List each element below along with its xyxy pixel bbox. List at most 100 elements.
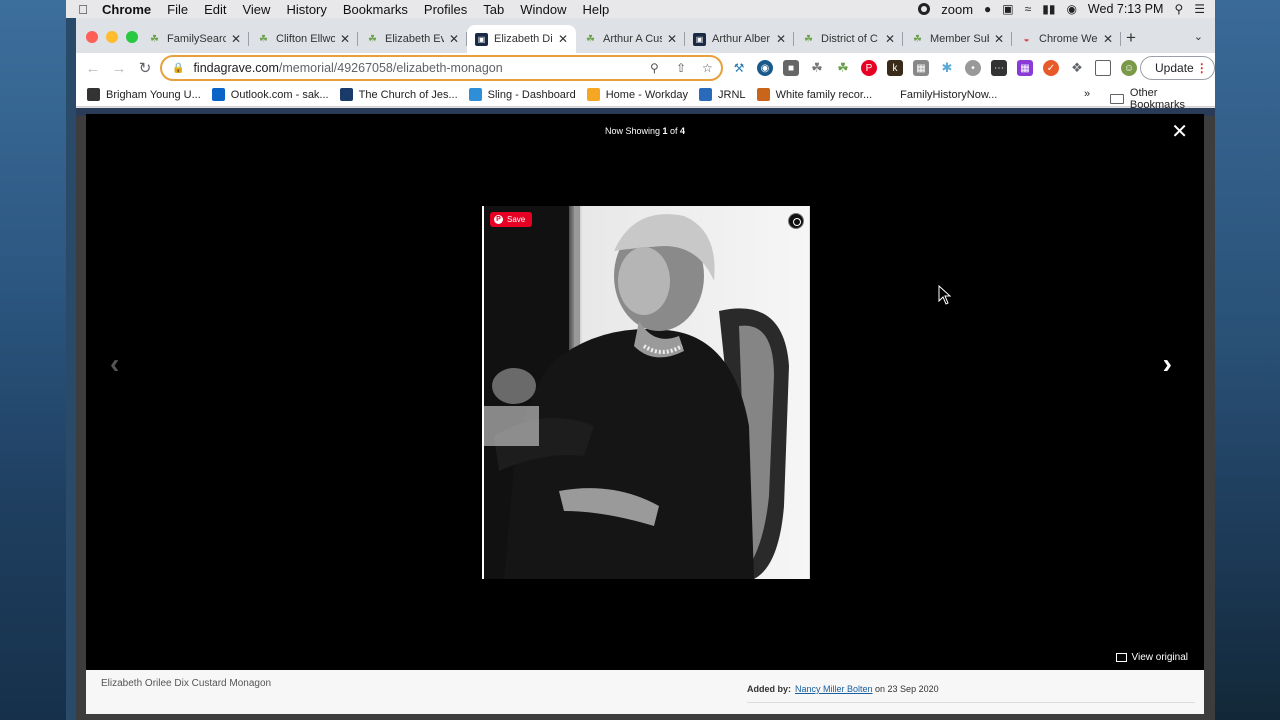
browser-tab[interactable]: ☘ Clifton Ellwo ✕ [249,25,358,53]
bookmark-item[interactable]: White family recor... [756,88,872,101]
pinterest-save-button[interactable]: P Save [490,212,533,227]
extensions-row: ⚒ ◉ ■ ☘ ☘ P k ▦ ✱ • ⋯ ▦ ✓ ❖ ☺ [731,60,1137,76]
bookmark-favicon-icon [756,88,770,101]
tab-search-chevron-icon[interactable]: ⌄ [1194,30,1203,43]
browser-tab[interactable]: ☘ District of C ✕ [794,25,903,53]
airplay-icon[interactable]: ▣ [1002,2,1013,16]
share-icon[interactable]: ⇧ [676,61,686,75]
apple-icon[interactable]:  [72,2,94,17]
bookmarks-overflow-chevron[interactable]: » [1084,88,1090,100]
browser-tab[interactable]: ▣ Elizabeth Di ✕ [467,25,576,53]
forward-arrow-icon[interactable]: → [106,60,132,77]
menu-edit[interactable]: Edit [196,2,234,17]
added-by-contributor-link[interactable]: Nancy Miller Bolten [795,684,873,694]
extensions-puzzle-icon[interactable]: ❖ [1069,60,1085,76]
photo-caption: Elizabeth Orilee Dix Custard Monagon [101,678,272,689]
pinterest-icon: P [494,215,503,224]
menubar-clock[interactable]: Wed 7:13 PM [1088,2,1164,16]
lock-icon[interactable]: 🔒 [172,63,184,74]
back-arrow-icon[interactable]: ← [80,60,106,77]
search-lens-icon[interactable]: ⚲ [650,61,659,75]
next-photo-chevron-icon[interactable]: › [1163,348,1172,380]
bookmark-item[interactable]: Outlook.com - sak... [211,88,329,101]
browser-tab[interactable]: ☘ FamilySearch ✕ [140,25,249,53]
menu-view[interactable]: View [234,2,278,17]
tab-close-icon[interactable]: ✕ [776,32,786,46]
view-original-link[interactable]: View original [1116,652,1188,663]
fullscreen-window-icon[interactable] [126,31,138,43]
extension-drops-icon[interactable]: ✱ [939,60,955,76]
zoom-label[interactable]: zoom [941,2,973,17]
chrome-menu-dots-icon[interactable]: ⋮ [1196,61,1208,75]
spotlight-search-icon[interactable]: ⚲ [1174,2,1183,16]
menu-history[interactable]: History [278,2,334,17]
menu-tab[interactable]: Tab [475,2,512,17]
tab-close-icon[interactable]: ✕ [1103,32,1113,46]
previous-photo-chevron-icon[interactable]: ‹ [110,348,119,380]
extension-color-grid-icon[interactable]: ▦ [1017,60,1033,76]
browser-tab[interactable]: ☘ Arthur A Cus ✕ [576,25,685,53]
browser-toolbar: ← → ↻ 🔒 findagrave.com/memorial/49267058… [76,53,1215,83]
mouse-pointer-icon [938,285,952,305]
extension-globe-icon[interactable]: ◉ [757,60,773,76]
photo-counter-total: 4 [680,126,686,136]
photo-counter-prefix: Now Showing [604,126,663,136]
bookmark-item[interactable]: Sling - Dashboard [468,88,576,101]
tab-close-icon[interactable]: ✕ [994,32,1004,46]
menu-help[interactable]: Help [575,2,618,17]
update-label: Update [1155,61,1194,75]
bookmark-star-icon[interactable]: ☆ [702,61,713,75]
address-bar[interactable]: 🔒 findagrave.com/memorial/49267058/eliza… [160,55,723,81]
profile-avatar-icon[interactable]: ☺ [1121,60,1137,76]
menu-profiles[interactable]: Profiles [416,2,475,17]
bookmark-item[interactable]: Home - Workday [586,88,688,101]
url-path: /memorial/49267058/elizabeth-monagon [278,61,503,75]
side-panel-icon[interactable] [1095,60,1111,76]
extension-stamp-icon[interactable]: ▦ [913,60,929,76]
browser-tab[interactable]: ☘ Member Sub ✕ [903,25,1012,53]
menu-bookmarks[interactable]: Bookmarks [335,2,416,17]
menu-file[interactable]: File [159,2,196,17]
bookmark-item[interactable]: Brigham Young U... [87,88,201,101]
close-window-icon[interactable] [86,31,98,43]
close-viewer-icon[interactable]: ✕ [1171,122,1188,142]
bookmark-item[interactable]: FamilyHistoryNow... [900,89,997,101]
extension-tree-green-icon[interactable]: ☘ [835,60,851,76]
bookmark-favicon-icon [468,88,482,101]
tab-close-icon[interactable]: ✕ [231,32,241,46]
minimize-window-icon[interactable] [106,31,118,43]
battery-icon[interactable]: ▮▮ [1042,2,1055,16]
zoom-recording-icon[interactable] [918,3,931,15]
notification-center-icon[interactable]: ☰ [1194,2,1205,16]
tab-close-icon[interactable]: ✕ [558,32,568,46]
added-by: Added by: Nancy Miller Bolten on 23 Sep 2… [747,684,939,694]
menu-window[interactable]: Window [512,2,574,17]
extension-k-icon[interactable]: k [887,60,903,76]
tab-label: Arthur A Cus [603,33,662,45]
new-tab-plus-icon[interactable]: + [1126,28,1136,48]
macos-menubar:  Chrome File Edit View History Bookmark… [66,0,1215,18]
reload-icon[interactable]: ↻ [132,59,158,77]
menu-app-name[interactable]: Chrome [94,2,159,17]
control-center-icon[interactable]: ◉ [1066,2,1076,16]
extension-puzzle-gray-icon[interactable]: ■ [783,60,799,76]
update-button[interactable]: Update ⋮ [1140,56,1215,80]
wifi-icon[interactable]: ≈ [1025,2,1032,16]
extension-tree-gray-icon[interactable]: ☘ [809,60,825,76]
pinterest-icon[interactable]: P [861,60,877,76]
extension-circle-icon[interactable]: • [965,60,981,76]
extension-orange-icon[interactable]: ✓ [1043,60,1059,76]
browser-tab[interactable]: ▣ Arthur Alber ✕ [685,25,794,53]
bookmark-item[interactable]: JRNL [699,88,746,101]
tab-close-icon[interactable]: ✕ [885,32,895,46]
browser-tab[interactable]: ☘ Elizabeth Ev ✕ [358,25,467,53]
tab-close-icon[interactable]: ✕ [340,32,350,46]
tab-close-icon[interactable]: ✕ [667,32,677,46]
tab-close-icon[interactable]: ✕ [449,32,459,46]
extension-wrench-icon[interactable]: ⚒ [731,60,747,76]
visual-search-lens-icon[interactable] [788,213,804,229]
extension-ellipsis-icon[interactable]: ⋯ [991,60,1007,76]
bookmark-item[interactable]: The Church of Jes... [339,88,458,101]
status-dot-icon[interactable]: ● [984,2,991,16]
browser-tab[interactable]: ◒ Chrome Web ✕ [1012,25,1121,53]
